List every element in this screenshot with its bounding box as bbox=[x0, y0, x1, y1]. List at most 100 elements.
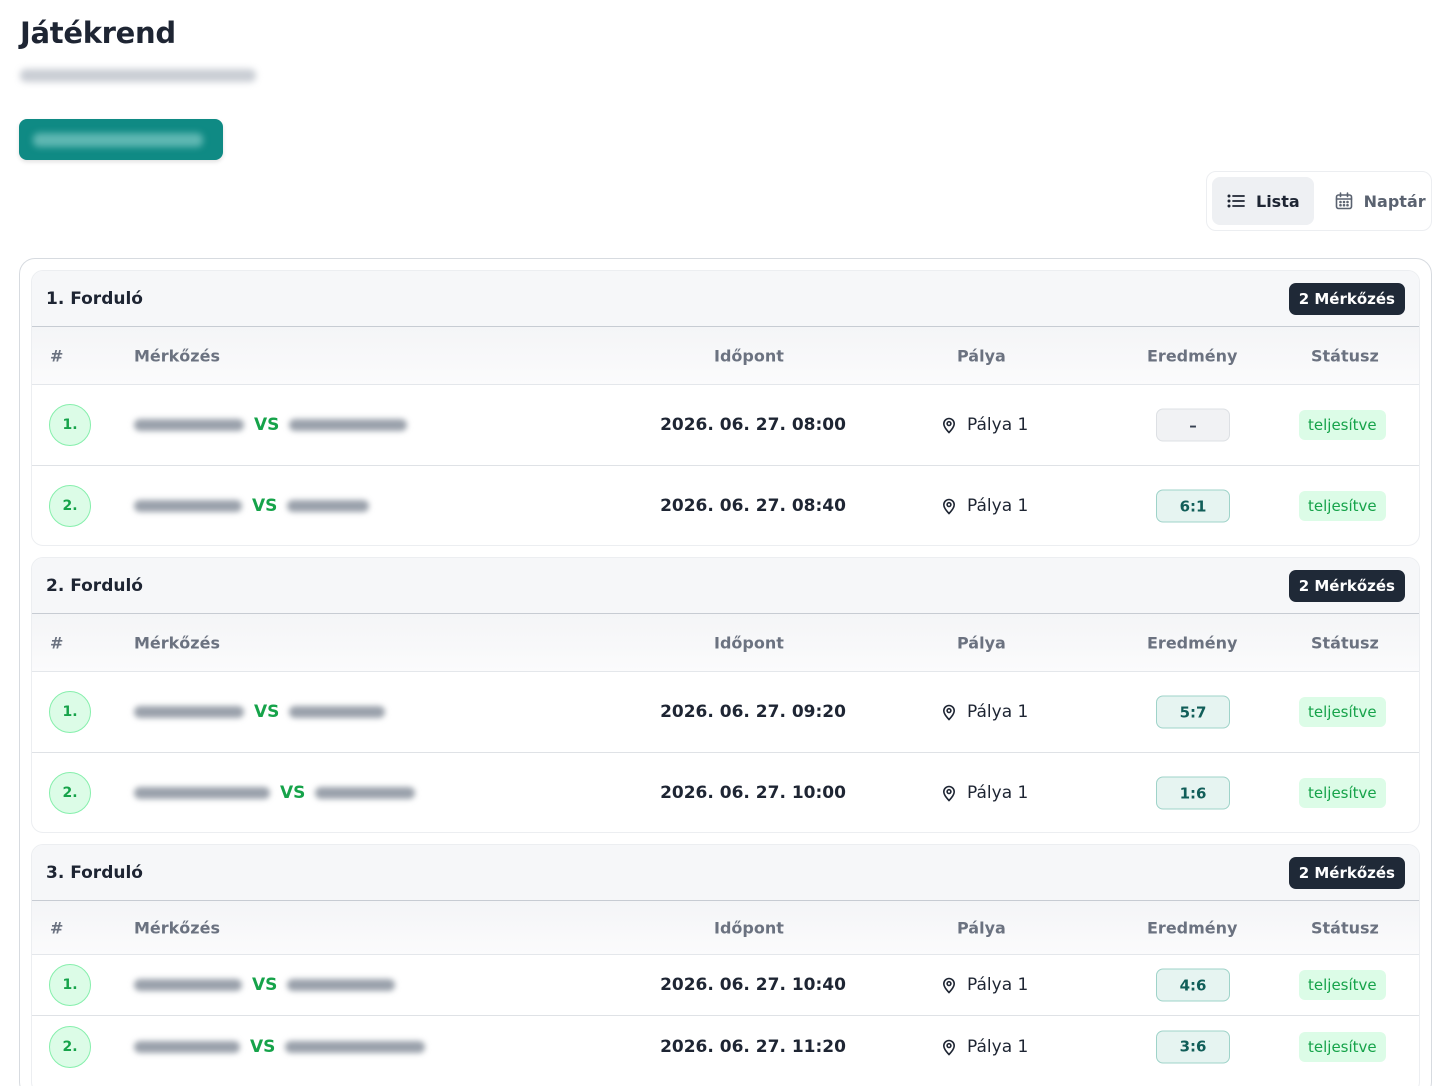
match-teams: VS bbox=[134, 975, 396, 995]
away-team-redacted bbox=[285, 1040, 426, 1053]
result-badge: 1:6 bbox=[1156, 776, 1230, 810]
round-header: 1. Forduló 2 Mérkőzés bbox=[32, 271, 1419, 327]
match-teams: VS bbox=[134, 415, 408, 435]
venue-label: Pálya 1 bbox=[967, 496, 1029, 516]
column-header-result: Eredmény bbox=[1147, 346, 1238, 365]
column-header-time: Időpont bbox=[714, 633, 784, 652]
match-teams: VS bbox=[134, 1037, 426, 1057]
round-title: 1. Forduló bbox=[46, 288, 143, 309]
match-time: 2026. 06. 27. 08:40 bbox=[660, 496, 846, 516]
table-row[interactable]: 1. VS 2026. 06. 27. 09:20 Pálya 1 5:7 te… bbox=[32, 672, 1419, 753]
venue-label: Pálya 1 bbox=[967, 975, 1029, 995]
round-title: 3. Forduló bbox=[46, 862, 143, 883]
home-team-redacted bbox=[134, 500, 242, 512]
view-toggle: Lista Naptár bbox=[1206, 171, 1432, 231]
match-venue: Pálya 1 bbox=[940, 1037, 1028, 1057]
result-badge: 3:6 bbox=[1156, 1030, 1230, 1063]
list-icon bbox=[1227, 194, 1245, 208]
table-row[interactable]: 1. VS 2026. 06. 27. 10:40 Pálya 1 4:6 te… bbox=[32, 955, 1419, 1016]
status-badge: teljesítve bbox=[1299, 697, 1386, 727]
match-number-badge: 2. bbox=[49, 485, 91, 527]
result-badge: – bbox=[1156, 408, 1230, 442]
match-count-badge: 2 Mérkőzés bbox=[1288, 856, 1405, 889]
match-time: 2026. 06. 27. 11:20 bbox=[660, 1036, 846, 1057]
result-badge: 4:6 bbox=[1156, 968, 1230, 1002]
result-badge: 6:1 bbox=[1156, 489, 1230, 523]
column-header-venue: Pálya bbox=[957, 918, 1006, 937]
column-header-number: # bbox=[50, 346, 64, 365]
result-badge: 5:7 bbox=[1156, 695, 1230, 729]
view-list-button[interactable]: Lista bbox=[1212, 177, 1314, 225]
column-header-venue: Pálya bbox=[957, 633, 1006, 652]
page-title: Játékrend bbox=[20, 16, 176, 50]
match-number-badge: 1. bbox=[49, 691, 91, 733]
status-badge: teljesítve bbox=[1299, 1031, 1386, 1062]
vs-label: VS bbox=[252, 496, 278, 516]
match-number-badge: 1. bbox=[49, 404, 91, 446]
column-header-status: Státusz bbox=[1311, 633, 1379, 652]
table-header: # Mérkőzés Időpont Pálya Eredmény Státus… bbox=[32, 327, 1419, 385]
vs-label: VS bbox=[254, 415, 280, 435]
home-team-redacted bbox=[134, 1040, 240, 1053]
match-venue: Pálya 1 bbox=[940, 496, 1028, 516]
match-venue: Pálya 1 bbox=[940, 702, 1028, 722]
vs-label: VS bbox=[280, 783, 306, 803]
round-title: 2. Forduló bbox=[46, 575, 143, 596]
venue-label: Pálya 1 bbox=[967, 702, 1029, 722]
table-row[interactable]: 2. VS 2026. 06. 27. 08:40 Pálya 1 6:1 te… bbox=[32, 466, 1419, 545]
match-number-badge: 1. bbox=[49, 964, 91, 1006]
column-header-status: Státusz bbox=[1311, 346, 1379, 365]
map-pin-icon bbox=[942, 1039, 956, 1056]
away-team-redacted bbox=[287, 979, 396, 991]
column-header-venue: Pálya bbox=[957, 346, 1006, 365]
round-header: 2. Forduló 2 Mérkőzés bbox=[32, 558, 1419, 614]
vs-label: VS bbox=[254, 702, 280, 722]
round-section: 3. Forduló 2 Mérkőzés # Mérkőzés Időpont… bbox=[31, 844, 1420, 1086]
calendar-icon bbox=[1335, 192, 1352, 210]
column-header-match: Mérkőzés bbox=[134, 918, 220, 937]
match-teams: VS bbox=[134, 783, 416, 803]
table-row[interactable]: 2. VS 2026. 06. 27. 11:20 Pálya 1 3:6 te… bbox=[32, 1016, 1419, 1077]
venue-label: Pálya 1 bbox=[967, 415, 1029, 435]
view-list-label: Lista bbox=[1256, 191, 1300, 211]
table-row[interactable]: 2. VS 2026. 06. 27. 10:00 Pálya 1 1:6 te… bbox=[32, 753, 1419, 832]
map-pin-icon bbox=[942, 977, 956, 994]
status-badge: teljesítve bbox=[1299, 410, 1386, 440]
column-header-time: Időpont bbox=[714, 918, 784, 937]
view-calendar-button[interactable]: Naptár bbox=[1320, 177, 1440, 225]
match-teams: VS bbox=[134, 496, 370, 516]
away-team-redacted bbox=[289, 419, 408, 431]
map-pin-icon bbox=[942, 704, 956, 721]
column-header-number: # bbox=[50, 633, 64, 652]
vs-label: VS bbox=[252, 975, 278, 995]
match-number-badge: 2. bbox=[49, 1025, 91, 1068]
table-row[interactable]: 1. VS 2026. 06. 27. 08:00 Pálya 1 – telj… bbox=[32, 385, 1419, 466]
table-header: # Mérkőzés Időpont Pálya Eredmény Státus… bbox=[32, 614, 1419, 672]
column-header-status: Státusz bbox=[1311, 918, 1379, 937]
status-badge: teljesítve bbox=[1299, 778, 1386, 808]
column-header-match: Mérkőzés bbox=[134, 346, 220, 365]
round-header: 3. Forduló 2 Mérkőzés bbox=[32, 845, 1419, 901]
home-team-redacted bbox=[134, 787, 270, 799]
round-section: 1. Forduló 2 Mérkőzés # Mérkőzés Időpont… bbox=[31, 270, 1420, 546]
table-header: # Mérkőzés Időpont Pálya Eredmény Státus… bbox=[32, 901, 1419, 955]
home-team-redacted bbox=[134, 979, 242, 991]
schedule-card: 1. Forduló 2 Mérkőzés # Mérkőzés Időpont… bbox=[19, 258, 1432, 1086]
match-count-badge: 2 Mérkőzés bbox=[1288, 282, 1405, 315]
page-subtitle-redacted bbox=[20, 64, 256, 88]
match-venue: Pálya 1 bbox=[940, 783, 1028, 803]
round-section: 2. Forduló 2 Mérkőzés # Mérkőzés Időpont… bbox=[31, 557, 1420, 833]
match-time: 2026. 06. 27. 08:00 bbox=[660, 415, 846, 435]
home-team-redacted bbox=[134, 419, 244, 431]
column-header-time: Időpont bbox=[714, 346, 784, 365]
match-time: 2026. 06. 27. 10:40 bbox=[660, 975, 846, 995]
column-header-result: Eredmény bbox=[1147, 918, 1238, 937]
match-venue: Pálya 1 bbox=[940, 415, 1028, 435]
category-filter-chip[interactable] bbox=[19, 119, 223, 160]
match-teams: VS bbox=[134, 702, 386, 722]
column-header-result: Eredmény bbox=[1147, 633, 1238, 652]
home-team-redacted bbox=[134, 706, 244, 718]
match-number-badge: 2. bbox=[49, 772, 91, 814]
venue-label: Pálya 1 bbox=[967, 1036, 1029, 1057]
column-header-match: Mérkőzés bbox=[134, 633, 220, 652]
